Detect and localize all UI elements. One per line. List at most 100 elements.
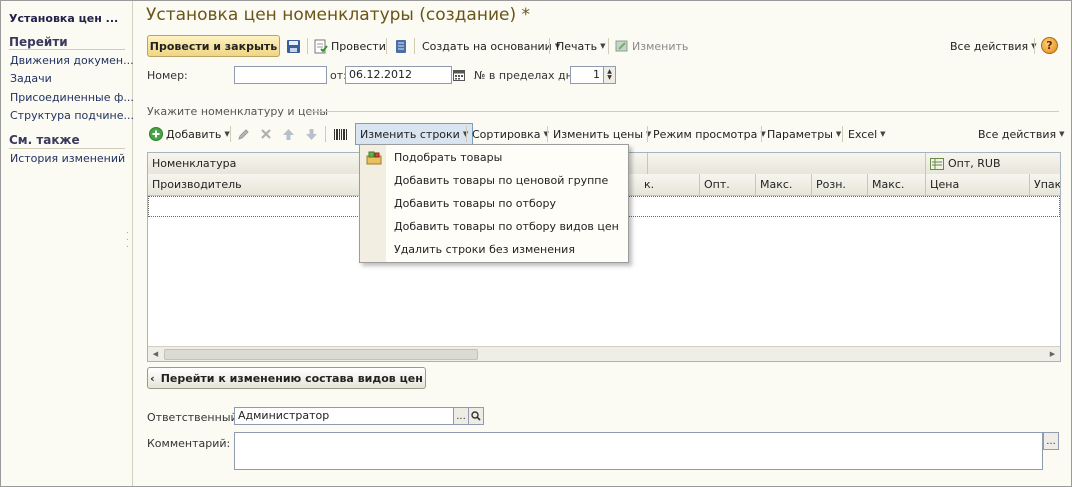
toolbar-separator [386,38,387,54]
edit-button[interactable]: Изменить [615,36,688,56]
group-divider [307,111,1059,112]
pencil-icon [238,128,249,140]
sidebar-item-tasks[interactable]: Задачи [10,72,52,85]
parameters-button[interactable]: Параметры ▼ [767,124,841,144]
save-button[interactable] [286,36,301,56]
search-icon [471,411,481,421]
toolbar-separator [466,126,467,142]
edit-row-button[interactable] [237,124,250,144]
sidebar-item-history[interactable]: История изменений [10,152,125,165]
post-document-icon [314,39,328,53]
sidebar-divider [9,148,125,149]
sidebar-item-movements[interactable]: Движения докумен... [10,54,134,67]
chevron-down-icon: ▼ [1059,130,1065,138]
post-button[interactable]: Провести [313,36,386,56]
scrollbar-thumb[interactable] [164,349,478,360]
arrow-up-icon [283,128,294,140]
edit-rows-menu: Подобрать товары Добавить товары по цено… [359,144,629,263]
column-price-type[interactable]: Опт, RUB [926,153,1060,174]
move-down-button[interactable] [305,124,318,144]
responsible-input[interactable]: Администратор [234,407,454,425]
view-mode-label: Режим просмотра [653,127,758,141]
sidebar-item-structure[interactable]: Структура подчине... [10,109,134,122]
toolbar-separator [608,38,609,54]
table-all-actions-label: Все действия [978,127,1057,141]
sidebar-divider [9,49,125,50]
all-actions-button[interactable]: Все действия▼ [950,36,1036,56]
sort-button[interactable]: Сортировка▼ [472,124,549,144]
go-to-price-types-button[interactable]: ‹ Перейти к изменению состава видов цен [147,367,426,389]
post-and-close-button[interactable]: Провести и закрыть [147,35,280,57]
column-retail[interactable]: Розн. [812,174,868,195]
create-based-on-button[interactable]: Создать на основании ▼ [422,36,560,56]
toolbar-separator [647,126,648,142]
menu-item-add-by-price-group[interactable]: Добавить товары по ценовой группе [394,174,608,187]
view-mode-button[interactable]: Режим просмотра ▼ [653,124,766,144]
sidebar-resize-handle[interactable]: ... [126,227,130,250]
menu-item-pick-goods[interactable]: Подобрать товары [394,151,502,164]
window-frame: Установка цен ... Перейти Движения докум… [0,0,1072,487]
arrow-down-icon [306,128,317,140]
scroll-right-icon[interactable]: ▶ [1046,348,1059,360]
responsible-select-button[interactable]: ... [453,407,469,425]
menu-item-add-by-filter[interactable]: Добавить товары по отбору [394,197,556,210]
toolbar-separator [761,126,762,142]
chevron-down-icon: ▼ [835,130,842,138]
day-number-input[interactable]: 1 [570,66,604,84]
menu-item-delete-unchanged[interactable]: Удалить строки без изменения [394,243,575,256]
number-input[interactable] [234,66,327,84]
all-actions-label: Все действия [950,39,1029,53]
edit-icon [615,40,628,52]
scroll-left-icon[interactable]: ◀ [149,348,162,360]
sidebar-item-attached-files[interactable]: Присоединенные ф... [10,91,134,104]
column-max-2[interactable]: Макс. [868,174,926,195]
excel-button[interactable]: Excel ▼ [848,124,886,144]
barcode-icon [334,128,347,140]
column-price[interactable]: Цена [926,174,1030,195]
toolbar-separator [230,126,231,142]
change-prices-button[interactable]: Изменить цены ▼ [553,124,651,144]
number-label: Номер: [147,69,188,82]
add-button[interactable]: Добавить ▼ [149,124,230,144]
date-input[interactable]: 06.12.2012 [345,66,452,84]
toolbar-separator [547,126,548,142]
add-button-label: Добавить [166,127,222,141]
horizontal-scrollbar[interactable]: ◀ ▶ [148,346,1060,361]
sidebar-title: Установка цен ... [9,12,119,25]
column-wholesale[interactable]: Опт. [700,174,756,195]
menu-item-add-by-price-type-filter[interactable]: Добавить товары по отбору видов цен [394,220,619,233]
sidebar-section-see-also: См. также [9,133,80,147]
calendar-icon [453,70,465,81]
pick-goods-icon [366,151,382,165]
ellipsis-icon: ... [456,410,466,422]
column-manufacturer[interactable]: Производитель [148,174,360,195]
edit-rows-label: Изменить строки [360,127,460,141]
register-journal-button[interactable] [395,36,407,56]
comment-edit-button[interactable]: ... [1043,432,1059,450]
column-max-1[interactable]: Макс. [756,174,812,195]
column-k[interactable]: к. [640,174,700,195]
column-pack[interactable]: Упак [1030,174,1060,195]
edit-rows-button[interactable]: Изменить строки▼ [355,123,474,145]
calendar-button[interactable] [451,66,467,84]
toolbar-separator [414,38,415,54]
responsible-open-button[interactable] [468,407,484,425]
move-up-button[interactable] [282,124,295,144]
delete-row-button[interactable] [260,124,272,144]
barcode-button[interactable] [333,124,348,144]
chevron-down-icon: ▼ [600,42,606,50]
help-icon[interactable]: ? [1041,37,1058,54]
post-button-label: Провести [331,39,386,53]
print-button[interactable]: Печать ▼ [556,36,606,56]
comment-input[interactable] [234,432,1043,470]
toolbar-separator [1034,38,1035,54]
page-title: Установка цен номенклатуры (создание) * [146,5,530,25]
group-label: Укажите номенклатуру и цены [147,105,329,118]
sidebar-section-go: Перейти [9,35,68,49]
table-toolbar: Добавить▼ Изменить строки▼ [133,123,1071,145]
comment-label: Комментарий: [147,437,231,450]
day-number-label: № в пределах дня: [474,69,584,82]
close-icon [261,129,271,139]
table-all-actions-button[interactable]: Все действия ▼ [978,124,1064,144]
day-number-stepper[interactable]: ▲ ▼ [603,66,616,84]
